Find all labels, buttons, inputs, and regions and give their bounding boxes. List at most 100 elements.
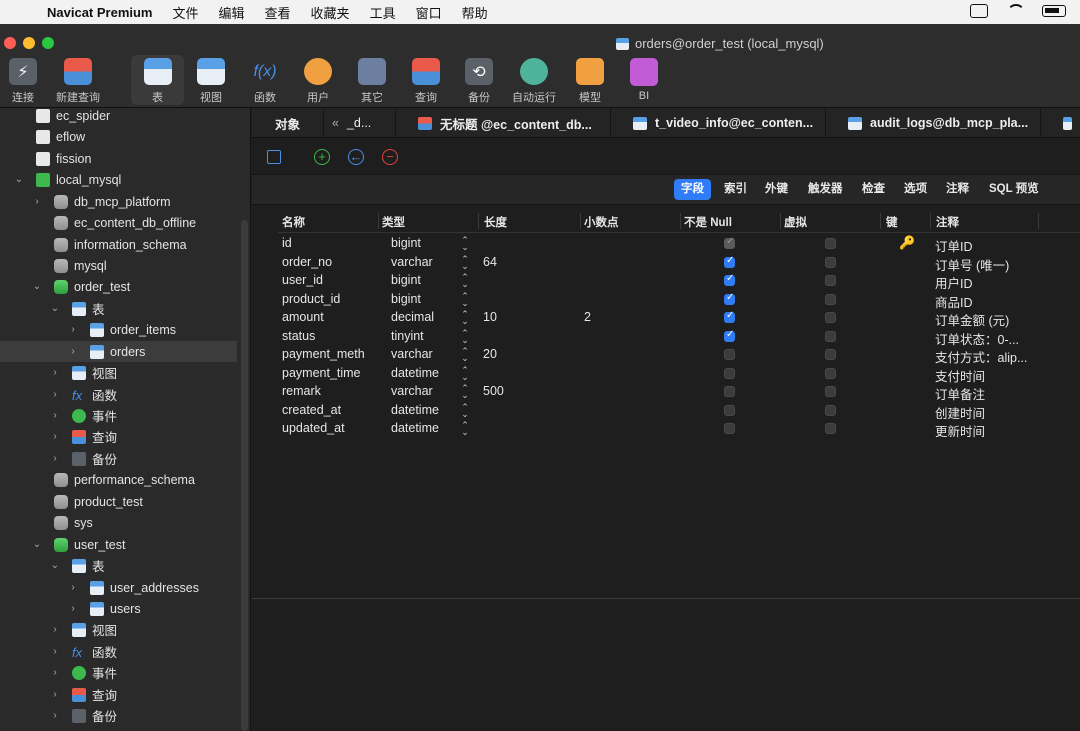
sidebar-item[interactable]: ⌄ 表 [0, 298, 237, 319]
field-name-cell[interactable]: user_id [282, 273, 323, 287]
not-null-checkbox[interactable] [724, 404, 735, 416]
type-stepper-icon[interactable]: ⌃ ⌄ [461, 273, 469, 289]
field-comment-cell[interactable]: 用户ID [935, 273, 973, 292]
subtab-sql-preview[interactable]: SQL 预览 [982, 179, 1046, 200]
field-name-cell[interactable]: id [282, 236, 292, 250]
toolbar-backup-button[interactable]: ⟲ 备份 [459, 55, 499, 105]
toolbar-user-button[interactable]: 用户 [298, 55, 338, 105]
tab-orders-partial[interactable] [1041, 108, 1080, 138]
col-length-header[interactable]: 长度 [484, 214, 507, 230]
add-field-icon[interactable]: + [314, 149, 330, 165]
toolbar-table-button[interactable]: 表 [131, 55, 184, 105]
not-null-checkbox[interactable] [724, 329, 735, 342]
field-type-cell[interactable]: tinyint [391, 329, 424, 343]
virtual-checkbox[interactable] [825, 238, 836, 249]
field-type-cell[interactable]: varchar [391, 347, 433, 361]
not-null-checkbox[interactable] [724, 273, 735, 286]
type-stepper-icon[interactable]: ⌃ ⌄ [461, 402, 469, 418]
type-stepper-icon[interactable]: ⌃ ⌄ [461, 254, 469, 270]
toolbar-other-button[interactable]: 其它 [352, 55, 392, 105]
field-comment-cell[interactable]: 支付时间 [935, 366, 985, 385]
subtab-fields[interactable]: 字段 [674, 179, 711, 200]
chevron-right-icon[interactable]: › [50, 453, 60, 464]
sidebar-item[interactable]: ec_content_db_offline [0, 212, 237, 233]
field-row[interactable]: user_id bigint ⌃⌄ 用户ID [278, 272, 1080, 292]
subtab-checks[interactable]: 检查 [855, 179, 892, 200]
field-type-cell[interactable]: bigint [391, 236, 421, 250]
subtab-options[interactable]: 选项 [897, 179, 934, 200]
chevron-right-icon[interactable]: › [50, 410, 60, 421]
field-name-cell[interactable]: order_no [282, 255, 332, 269]
insert-field-icon[interactable]: ← [348, 149, 364, 165]
chevron-right-icon[interactable]: › [50, 667, 60, 678]
field-name-cell[interactable]: product_id [282, 292, 340, 306]
not-null-checkbox[interactable] [724, 367, 735, 379]
chevron-right-icon[interactable]: › [68, 582, 78, 593]
sidebar-item[interactable]: › order_items [0, 319, 237, 340]
sidebar-item[interactable]: › user_addresses [0, 577, 237, 598]
col-type-header[interactable]: 类型 [382, 214, 405, 230]
sidebar-item[interactable]: › 事件 [0, 405, 237, 426]
col-divider[interactable] [880, 213, 881, 229]
field-row[interactable]: status tinyint ⌃⌄ 订单状态：0-... [278, 328, 1080, 348]
field-name-cell[interactable]: payment_time [282, 366, 361, 380]
col-divider[interactable] [1038, 213, 1039, 229]
sidebar-item[interactable]: › fx 函数 [0, 384, 237, 405]
battery-icon[interactable] [1042, 5, 1066, 17]
field-row[interactable]: created_at datetime ⌃ ⌄ 创建时间 [278, 402, 1080, 422]
sidebar-item[interactable]: ⌄ local_mysql [0, 169, 237, 190]
delete-field-icon[interactable]: − [382, 149, 398, 165]
sidebar-item[interactable]: › 查询 [0, 684, 237, 705]
sidebar-item[interactable]: eflow [0, 126, 237, 147]
type-stepper-icon[interactable]: ⌃ ⌄ [461, 291, 469, 307]
menu-favorites[interactable]: 收藏夹 [311, 3, 350, 22]
field-comment-cell[interactable]: 订单ID [935, 236, 973, 255]
field-name-cell[interactable]: amount [282, 310, 324, 324]
field-type-cell[interactable]: varchar [391, 384, 433, 398]
col-divider[interactable] [780, 213, 781, 229]
wifi-icon[interactable] [1006, 4, 1025, 18]
type-stepper-icon[interactable]: ⌃ ⌄ [461, 365, 469, 381]
field-type-cell[interactable]: bigint [391, 273, 421, 287]
chevron-right-icon[interactable]: › [68, 324, 78, 335]
tab-collapsed[interactable]: « _d... [324, 108, 396, 138]
field-row[interactable]: product_id bigint ⌃⌄ 商品ID [278, 291, 1080, 310]
virtual-checkbox[interactable] [825, 423, 836, 434]
chevron-down-icon[interactable]: ⌄ [50, 560, 60, 571]
chevron-right-icon[interactable]: › [50, 624, 60, 635]
field-type-cell[interactable]: bigint [391, 292, 421, 306]
chevron-right-icon[interactable]: › [32, 196, 42, 207]
tab-audit-logs[interactable]: audit_logs@db_mcp_pla... [826, 108, 1041, 138]
field-comment-cell[interactable]: 订单金额 (元) [935, 310, 1009, 329]
sidebar-item[interactable]: ⌄ order_test [0, 276, 237, 297]
field-comment-cell[interactable]: 创建时间 [935, 403, 985, 422]
sidebar-item[interactable]: › 备份 [0, 448, 237, 469]
virtual-checkbox[interactable] [825, 256, 836, 268]
virtual-checkbox[interactable] [825, 367, 836, 379]
sidebar-item[interactable]: › 事件 [0, 662, 237, 683]
sidebar-item[interactable]: › 备份 [0, 705, 237, 726]
field-length-cell[interactable]: 64 [483, 255, 497, 269]
field-comment-cell[interactable]: 订单状态：0-... [935, 329, 1019, 348]
close-window-button[interactable] [4, 37, 16, 49]
toolbar-connection-button[interactable]: ⚡ 连接 [2, 55, 44, 105]
sidebar-item[interactable]: performance_schema [0, 469, 237, 490]
type-stepper-icon[interactable]: ⌃ ⌄ [461, 310, 469, 326]
field-comment-cell[interactable]: 更新时间 [935, 421, 985, 440]
sidebar-item[interactable]: information_schema [0, 234, 237, 255]
sidebar-item[interactable]: ec_spider [0, 108, 237, 126]
field-comment-cell[interactable]: 订单备注 [935, 384, 985, 403]
toolbar-function-button[interactable]: f(x) 函数 [245, 55, 285, 105]
not-null-checkbox[interactable] [724, 310, 735, 323]
field-row[interactable]: remark varchar ⌃ ⌄ 500 订单备注 [278, 383, 1080, 403]
save-icon[interactable] [267, 150, 281, 164]
sidebar-item[interactable]: ⌄ 表 [0, 555, 237, 576]
toolbar-automation-button[interactable]: 自动运行 [509, 55, 559, 105]
field-name-cell[interactable]: status [282, 329, 315, 343]
field-name-cell[interactable]: remark [282, 384, 321, 398]
subtab-comments[interactable]: 注释 [939, 179, 976, 200]
not-null-checkbox[interactable] [724, 292, 735, 305]
chevron-down-icon[interactable]: ⌄ [50, 303, 60, 314]
field-type-cell[interactable]: datetime [391, 421, 439, 435]
tab-objects[interactable]: 对象 [252, 108, 324, 138]
